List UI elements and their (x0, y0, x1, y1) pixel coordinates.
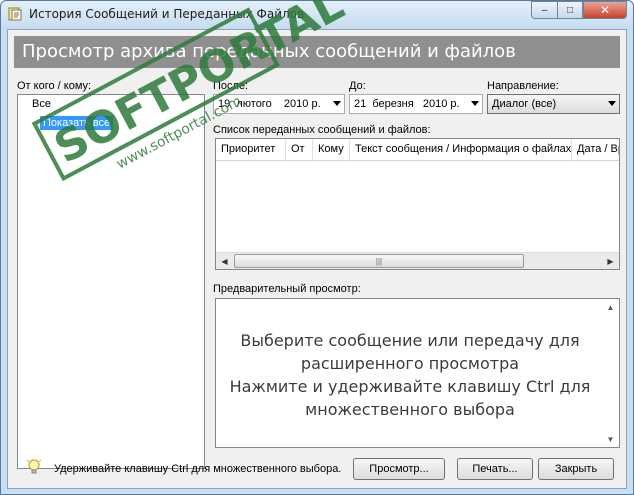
maximize-button[interactable]: □ (557, 1, 583, 19)
scroll-right-icon[interactable]: ▶ (602, 253, 619, 269)
minimize-button[interactable]: – (531, 1, 557, 19)
app-window: История Сообщений и Переданных Файлов – … (0, 0, 634, 495)
contact-item-all[interactable]: Все (32, 98, 51, 110)
chevron-down-icon (608, 101, 616, 106)
chevron-down-icon (333, 101, 341, 106)
contact-item-show-all[interactable]: Показать все (40, 116, 114, 130)
scroll-thumb[interactable]: ||| (234, 254, 524, 268)
messages-table[interactable]: Приоритет От Кому Текст сообщения / Инфо… (215, 138, 620, 270)
before-date-picker[interactable]: 21 березня 2010 р. (349, 94, 483, 114)
preview-pane[interactable]: Выберите сообщение или передачу для расш… (215, 298, 620, 448)
scroll-left-icon[interactable]: ◀ (216, 253, 233, 269)
table-header: Приоритет От Кому Текст сообщения / Инфо… (216, 139, 619, 161)
before-label: До: (349, 80, 366, 92)
direction-label: Направление: (487, 80, 559, 92)
footer-hint: Удерживайте клавишу Ctrl для множественн… (54, 463, 342, 475)
dialog-body: Просмотр архива переданных сообщений и ф… (7, 29, 627, 489)
preview-line-2: расширенного просмотра (300, 354, 520, 373)
scroll-down-icon[interactable]: ▼ (602, 431, 619, 447)
preview-line-4: множественного выбора (305, 400, 515, 419)
preview-line-1: Выберите сообщение или передачу для (240, 331, 580, 350)
contacts-label: От кого / кому: (17, 80, 92, 92)
preview-label: Предварительный просмотр: (213, 283, 361, 295)
page-banner: Просмотр архива переданных сообщений и ф… (14, 36, 620, 68)
view-button[interactable]: Просмотр... (353, 458, 445, 480)
column-header-from[interactable]: От (286, 139, 313, 161)
before-date-value: 21 березня 2010 р. (354, 98, 460, 110)
close-button[interactable]: Закрыть (538, 458, 614, 480)
direction-select[interactable]: Диалог (все) (487, 94, 620, 114)
after-date-value: 19 лютого 2010 р. (218, 98, 321, 110)
preview-placeholder: Выберите сообщение или передачу для расш… (216, 329, 604, 421)
window-controls: – □ ✕ (531, 1, 627, 21)
history-icon (8, 7, 22, 21)
chevron-down-icon (471, 101, 479, 106)
lightbulb-icon (26, 459, 42, 474)
after-label: После: (213, 80, 249, 92)
horizontal-scrollbar[interactable]: ◀ ||| ▶ (216, 252, 619, 269)
column-header-text[interactable]: Текст сообщения / Информация о файлах (350, 139, 572, 161)
column-header-to[interactable]: Кому (313, 139, 350, 161)
column-header-priority[interactable]: Приоритет (216, 139, 286, 161)
preview-line-3: Нажмите и удерживайте клавишу Ctrl для (229, 377, 591, 396)
column-header-date[interactable]: Дата / Вр (572, 139, 619, 161)
title-bar[interactable]: История Сообщений и Переданных Файлов – … (1, 1, 633, 29)
scroll-up-icon[interactable]: ▲ (602, 299, 619, 315)
messages-label: Список переданных сообщений и файлов: (213, 124, 431, 136)
vertical-scrollbar[interactable]: ▲ ▼ (602, 299, 619, 447)
after-date-picker[interactable]: 19 лютого 2010 р. (213, 94, 345, 114)
print-button[interactable]: Печать... (457, 458, 533, 480)
contacts-tree[interactable]: Все Показать все (17, 94, 205, 469)
direction-value: Диалог (все) (492, 98, 557, 110)
window-title: История Сообщений и Переданных Файлов (29, 7, 305, 21)
close-window-button[interactable]: ✕ (583, 1, 627, 19)
